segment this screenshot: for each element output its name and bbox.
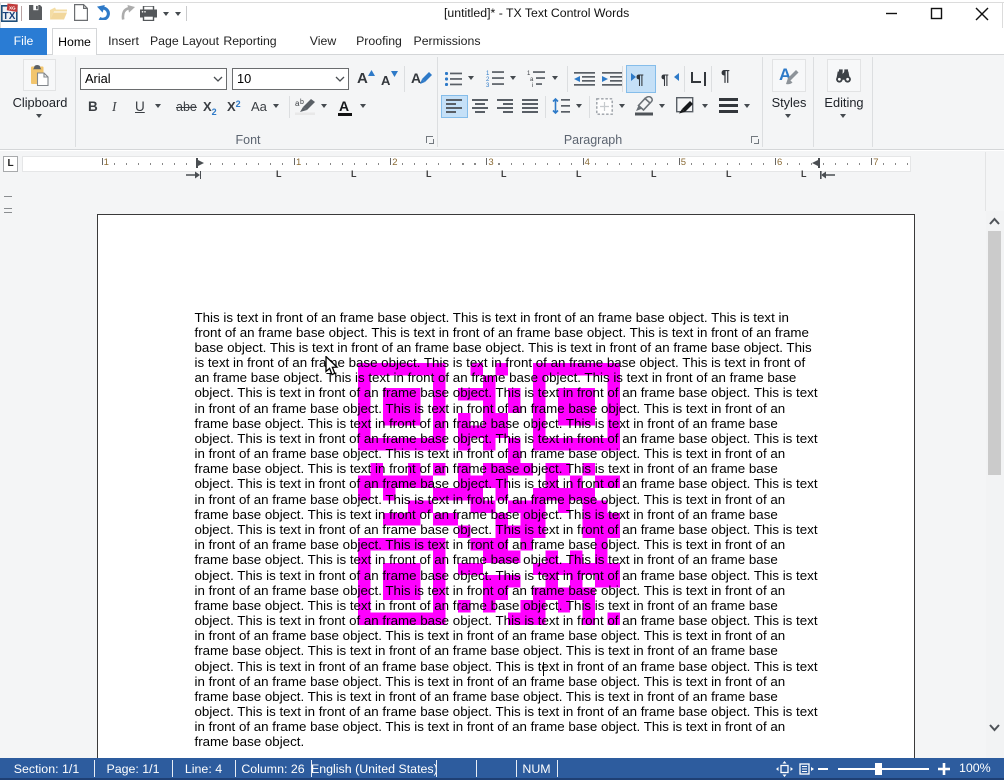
svg-text:¶: ¶ [661,71,669,87]
svg-text:TX: TX [3,11,16,22]
svg-text:b: b [300,99,304,106]
svg-text:XG: XG [9,5,16,10]
svg-text:¶: ¶ [636,71,644,87]
svg-text:3: 3 [486,83,490,87]
svg-text:i: i [532,83,533,87]
